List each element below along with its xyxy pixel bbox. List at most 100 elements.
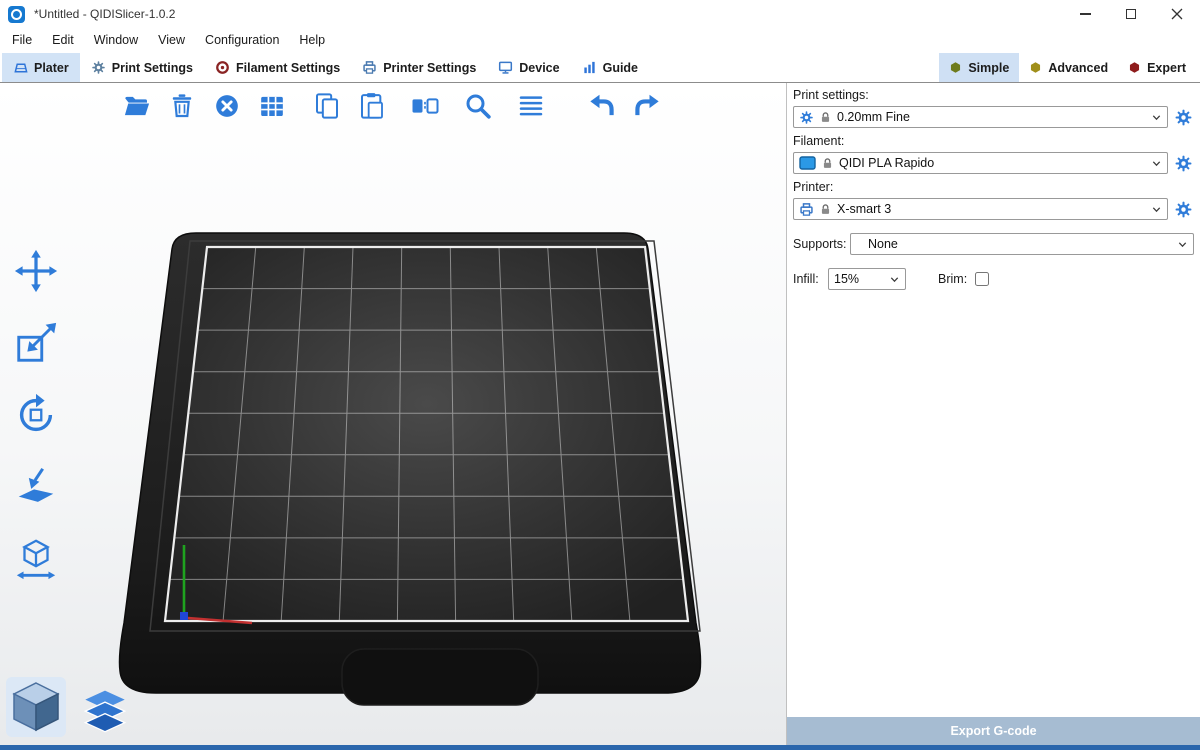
print-settings-gear-button[interactable] (1172, 106, 1194, 128)
supports-label: Supports: (793, 237, 850, 251)
print-settings-value: 0.20mm Fine (837, 110, 1146, 124)
filament-gear-button[interactable] (1172, 152, 1194, 174)
flatten-arrow-icon (13, 464, 59, 510)
place-on-face-button[interactable] (10, 461, 62, 513)
hexagon-icon (1128, 61, 1141, 74)
app-window: *Untitled - QIDISlicer-1.0.2 File Edit W… (0, 0, 1200, 750)
paste-icon (357, 91, 387, 121)
menu-file[interactable]: File (2, 28, 42, 53)
layers-lines-icon (516, 91, 546, 121)
delete-button[interactable] (163, 87, 201, 125)
device-monitor-icon (498, 60, 513, 75)
3d-viewport[interactable] (0, 83, 786, 745)
stacked-layers-icon (82, 689, 128, 735)
copy-icon (312, 91, 342, 121)
move-arrows-icon (13, 248, 59, 294)
filament-combo[interactable]: QIDI PLA Rapido (793, 152, 1168, 174)
supports-combo[interactable]: None (850, 233, 1194, 255)
tab-device[interactable]: Device (487, 53, 570, 82)
infill-value: 15% (834, 272, 884, 286)
chevron-down-icon (1177, 239, 1188, 250)
bed-grid-surface (165, 247, 688, 621)
rotate-tool-button[interactable] (10, 389, 62, 441)
menu-window[interactable]: Window (84, 28, 148, 53)
3d-editor-view-button[interactable] (6, 677, 66, 737)
menu-edit[interactable]: Edit (42, 28, 84, 53)
trash-icon (167, 91, 197, 121)
split-objects-button[interactable] (406, 87, 444, 125)
mode-expert[interactable]: Expert (1118, 53, 1196, 82)
close-button[interactable] (1154, 0, 1200, 28)
minimize-button[interactable] (1062, 0, 1108, 28)
variable-layer-height-button[interactable] (512, 87, 550, 125)
redo-button[interactable] (628, 87, 666, 125)
tab-guide[interactable]: Guide (571, 53, 649, 82)
filament-color-swatch (799, 156, 816, 170)
undo-button[interactable] (583, 87, 621, 125)
tab-label: Plater (34, 61, 69, 75)
scale-tool-button[interactable] (10, 317, 62, 369)
tab-filament-settings[interactable]: Filament Settings (204, 53, 351, 82)
export-gcode-button[interactable]: Export G-code (787, 717, 1200, 745)
gear-icon (799, 110, 814, 125)
infill-combo[interactable]: 15% (828, 268, 906, 290)
window-controls (1062, 0, 1200, 28)
open-project-button[interactable] (118, 87, 156, 125)
printer-combo[interactable]: X-smart 3 (793, 198, 1168, 220)
tab-label: Device (519, 61, 559, 75)
dimensions-tool-button[interactable] (10, 533, 62, 585)
print-settings-label: Print settings: (793, 88, 1194, 105)
hexagon-icon (1029, 61, 1042, 74)
tab-label: Printer Settings (383, 61, 476, 75)
chevron-down-icon (1151, 204, 1162, 215)
close-icon (1171, 8, 1183, 20)
chevron-down-icon (889, 274, 900, 285)
filament-value: QIDI PLA Rapido (839, 156, 1146, 170)
guide-bars-icon (582, 60, 597, 75)
mode-label: Expert (1147, 61, 1186, 75)
tabbar: Plater Print Settings Filament Settings … (0, 53, 1200, 83)
scale-icon (13, 320, 59, 366)
printer-gear-button[interactable] (1172, 198, 1194, 220)
move-tool-button[interactable] (10, 245, 62, 297)
plater-icon (13, 60, 28, 75)
print-settings-combo[interactable]: 0.20mm Fine (793, 106, 1168, 128)
gear-icon (1174, 200, 1193, 219)
tab-printer-settings[interactable]: Printer Settings (351, 53, 487, 82)
mode-simple[interactable]: Simple (939, 53, 1019, 82)
mode-advanced[interactable]: Advanced (1019, 53, 1118, 82)
menu-configuration[interactable]: Configuration (195, 28, 289, 53)
gear-icon (1174, 108, 1193, 127)
search-button[interactable] (459, 87, 497, 125)
lock-icon (819, 203, 832, 216)
delete-all-button[interactable] (208, 87, 246, 125)
infill-label: Infill: (793, 272, 828, 286)
maximize-button[interactable] (1108, 0, 1154, 28)
paste-button[interactable] (353, 87, 391, 125)
brim-checkbox[interactable] (975, 272, 989, 286)
chevron-down-icon (1151, 112, 1162, 123)
hexagon-icon (949, 61, 962, 74)
brim-label: Brim: (938, 272, 967, 286)
tab-plater[interactable]: Plater (2, 53, 80, 82)
mode-label: Simple (968, 61, 1009, 75)
top-toolbar (118, 87, 666, 125)
chevron-down-icon (1151, 158, 1162, 169)
menu-help[interactable]: Help (289, 28, 335, 53)
preview-sliced-button[interactable] (80, 687, 130, 737)
tab-label: Print Settings (112, 61, 193, 75)
printer-icon (362, 60, 377, 75)
menu-view[interactable]: View (148, 28, 195, 53)
gizmo-toolbar (10, 245, 62, 585)
rotate-icon (13, 392, 59, 438)
window-bottom-border (0, 745, 1200, 750)
tab-print-settings[interactable]: Print Settings (80, 53, 204, 82)
view-switcher (6, 677, 130, 737)
tab-label: Guide (603, 61, 638, 75)
copy-button[interactable] (308, 87, 346, 125)
printer-label: Printer: (793, 180, 1194, 197)
mode-switcher: Simple Advanced Expert (939, 53, 1200, 82)
minimize-icon (1080, 13, 1091, 15)
x-circle-icon (212, 91, 242, 121)
arrange-button[interactable] (253, 87, 291, 125)
